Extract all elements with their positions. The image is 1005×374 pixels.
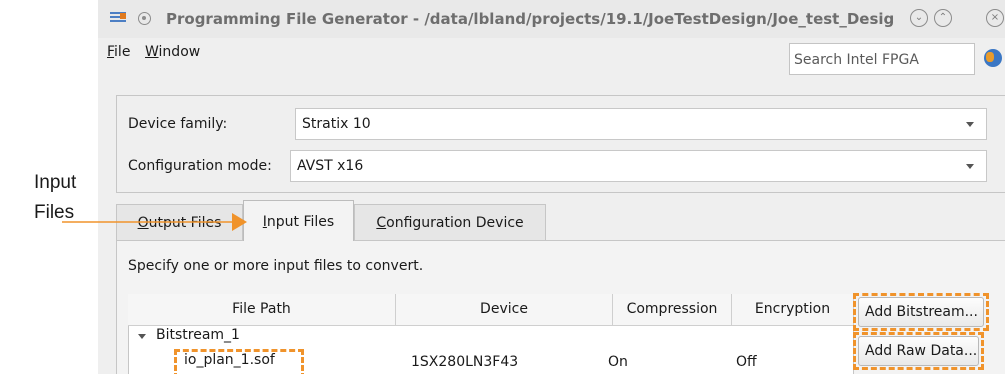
chevron-down-icon xyxy=(966,122,974,127)
highlight-add-raw-data xyxy=(853,332,984,370)
maximize-button[interactable]: ⌃ xyxy=(934,9,952,27)
menu-window[interactable]: Window xyxy=(145,44,200,60)
window-title: Programming File Generator - /data/lblan… xyxy=(166,10,895,28)
minimize-button[interactable]: ⌄ xyxy=(910,9,928,27)
window-menu-icon[interactable] xyxy=(138,12,151,25)
instructions-text: Specify one or more input files to conve… xyxy=(128,258,424,274)
highlight-io-plan-file xyxy=(174,349,304,374)
callout-label-line1: Input xyxy=(34,172,77,193)
chevron-down-icon xyxy=(966,164,974,169)
tree-group-label[interactable]: Bitstream_1 xyxy=(156,327,240,343)
configuration-mode-select[interactable]: AVST x16 xyxy=(290,150,987,182)
highlight-add-bitstream xyxy=(853,293,989,331)
menu-file[interactable]: File xyxy=(107,44,130,60)
tab-input-files[interactable]: Input Files xyxy=(243,200,354,241)
tab-output-files[interactable]: Output Files xyxy=(116,204,243,240)
globe-icon[interactable] xyxy=(984,49,1002,67)
column-header-file-path[interactable]: File Path xyxy=(128,294,396,326)
table-row-device: 1SX280LN3F43 xyxy=(411,354,519,370)
table-row-compression: On xyxy=(608,354,628,370)
table-row-encryption: Off xyxy=(736,354,757,370)
expand-caret-icon[interactable] xyxy=(138,334,146,339)
title-bar: Programming File Generator - /data/lblan… xyxy=(98,0,1005,38)
device-family-label: Device family: xyxy=(128,116,228,132)
configuration-mode-label: Configuration mode: xyxy=(128,158,272,174)
programming-file-generator-window: Programming File Generator - /data/lblan… xyxy=(98,0,1005,374)
tab-configuration-device[interactable]: Configuration Device xyxy=(354,204,546,240)
search-input[interactable]: Search Intel FPGA xyxy=(789,43,975,75)
device-family-select[interactable]: Stratix 10 xyxy=(295,108,987,140)
column-header-device[interactable]: Device xyxy=(396,294,613,326)
column-header-compression[interactable]: Compression xyxy=(613,294,732,326)
callout-label-line2: Files xyxy=(34,202,75,223)
close-button[interactable]: × xyxy=(986,9,1004,27)
column-header-encryption[interactable]: Encryption xyxy=(732,294,854,326)
app-icon xyxy=(110,12,126,26)
